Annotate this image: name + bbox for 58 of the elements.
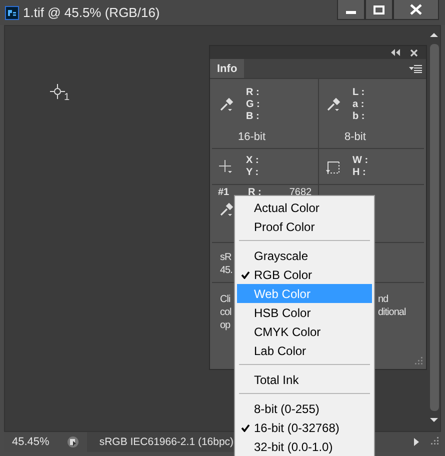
window-title: 1.tif @ 45.5% (RGB/16) — [23, 5, 161, 20]
menu-item[interactable]: 8-bit (0-255) — [237, 399, 372, 418]
eyedropper-icon[interactable] — [218, 202, 234, 218]
menu-item[interactable]: RGB Color — [237, 265, 372, 284]
readout-value: 7682 — [289, 187, 312, 199]
panel-menu-icon[interactable] — [409, 64, 422, 72]
menu-item[interactable]: Proof Color — [237, 217, 372, 236]
readout-label: Y : — [246, 167, 259, 179]
menu-item[interactable]: Total Ink — [237, 370, 372, 389]
menu-item[interactable]: CMYK Color — [237, 322, 372, 341]
zoom-level[interactable]: 45.45% — [4, 436, 58, 448]
readout-label: L : — [352, 87, 365, 99]
hint-text: op — [220, 319, 230, 332]
scroll-up-icon[interactable] — [430, 32, 438, 38]
menu-item[interactable]: Lab Color — [237, 341, 372, 360]
bit-depth-label[interactable]: 16-bit — [238, 131, 266, 143]
export-icon[interactable] — [67, 436, 80, 448]
app-logo-icon — [5, 6, 19, 20]
menu-item[interactable]: Grayscale — [237, 246, 372, 265]
readout-label: X : — [246, 155, 259, 167]
document-info-text: 45. — [220, 264, 232, 277]
hint-text: nd — [378, 293, 388, 306]
readout-label: R : — [246, 87, 260, 99]
close-icon — [410, 4, 422, 15]
close-icon[interactable] — [410, 48, 418, 56]
scroll-down-icon[interactable] — [430, 417, 438, 423]
eyedropper-icon[interactable] — [218, 97, 234, 113]
readout-label: B : — [246, 111, 260, 123]
minimize-button[interactable] — [337, 0, 365, 20]
collapse-icon[interactable] — [391, 49, 400, 56]
readout-label: b : — [352, 111, 365, 123]
selection-size-icon[interactable] — [324, 159, 340, 175]
maximize-button[interactable] — [365, 0, 393, 20]
panel-tab[interactable]: Info — [210, 59, 244, 78]
readout-label: a : — [352, 99, 365, 111]
resize-grip-icon[interactable] — [414, 357, 423, 366]
readout-label: W : — [352, 155, 368, 167]
bit-depth-label[interactable]: 8-bit — [344, 131, 366, 143]
vertical-scrollbar[interactable] — [428, 26, 440, 431]
readout-label: G : — [246, 99, 260, 111]
resize-grip-icon[interactable] — [429, 437, 439, 447]
readout-label: R : — [248, 187, 262, 199]
maximize-icon — [373, 4, 385, 14]
eyedropper-icon[interactable] — [324, 97, 340, 113]
sampler-number: 1 — [64, 92, 70, 103]
sampler-label: #1 — [218, 187, 230, 199]
document-info-text: sR — [220, 251, 232, 264]
hint-text: ditional — [378, 306, 406, 319]
color-sampler-icon — [50, 84, 65, 99]
hint-text: Cli — [220, 293, 230, 306]
status-menu-arrow-icon[interactable] — [414, 438, 419, 446]
menu-item[interactable]: Actual Color — [237, 198, 372, 217]
close-button[interactable] — [393, 0, 439, 20]
minimize-icon — [346, 11, 356, 14]
menu-item[interactable]: HSB Color — [237, 303, 372, 322]
readout-label: H : — [352, 167, 367, 179]
crosshair-icon[interactable] — [218, 159, 234, 175]
hint-text: col — [220, 306, 232, 319]
